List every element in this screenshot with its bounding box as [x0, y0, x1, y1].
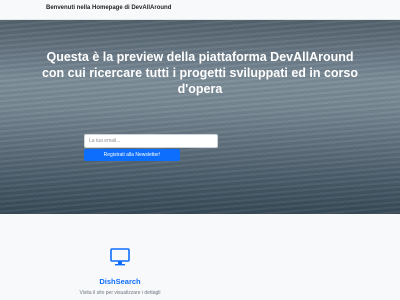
navbar-brand[interactable]: Benvenuti nella Homepage di DevAllAround [46, 5, 171, 11]
hero-title: Questa è la preview della piattaforma De… [41, 50, 359, 96]
feature-description: Visita il sito per visualizzare i dettag… [79, 290, 161, 296]
monitor-icon [110, 248, 130, 266]
newsletter-signup-button[interactable]: Registrati alla Newsletter! [84, 149, 180, 161]
features-section [0, 214, 400, 300]
email-input[interactable] [84, 134, 218, 148]
feature-title[interactable]: DishSearch [70, 277, 170, 286]
navbar: Benvenuti nella Homepage di DevAllAround [0, 0, 400, 20]
